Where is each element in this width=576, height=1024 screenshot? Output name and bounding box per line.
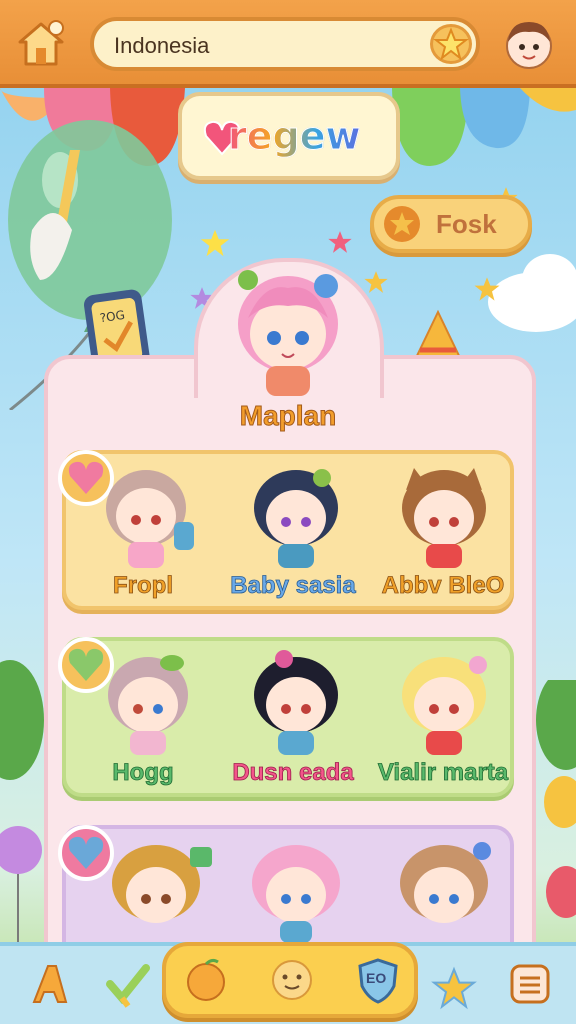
star-icon bbox=[433, 27, 469, 61]
orange-icon[interactable] bbox=[182, 956, 230, 1004]
character-avatar[interactable] bbox=[384, 649, 504, 759]
featured-character[interactable] bbox=[218, 262, 358, 402]
character-name: Vialir marta bbox=[377, 759, 509, 787]
character-avatar[interactable] bbox=[236, 462, 356, 572]
character-name: Abbv BleO bbox=[381, 572, 505, 600]
featured-character-name: Maplan bbox=[239, 400, 337, 432]
home-button[interactable] bbox=[16, 20, 66, 68]
star-decoration bbox=[200, 229, 230, 257]
star-decoration bbox=[328, 231, 352, 253]
bottom-navigation: EO bbox=[0, 942, 576, 1024]
nav-center-bar: EO bbox=[162, 942, 418, 1018]
star-badge-icon bbox=[384, 206, 420, 242]
search-value: Indonesia bbox=[114, 33, 210, 58]
character-avatar[interactable] bbox=[384, 837, 504, 947]
character-name: Hogg bbox=[112, 759, 174, 787]
fosk-label: Fosk bbox=[436, 209, 497, 239]
character-avatar[interactable] bbox=[384, 462, 504, 572]
character-avatar[interactable] bbox=[96, 649, 216, 759]
bush-decoration bbox=[0, 660, 44, 950]
character-avatar[interactable] bbox=[236, 837, 356, 947]
badge-label: EO bbox=[366, 970, 387, 986]
character-name: Fropl bbox=[113, 572, 174, 600]
character-name: Baby sasia bbox=[230, 572, 356, 600]
search-field[interactable]: Indonesia bbox=[90, 17, 480, 71]
fosk-button[interactable]: Fosk bbox=[370, 195, 532, 253]
character-row: Hogg Dusn eada Vialir marta bbox=[58, 637, 514, 797]
star-decoration bbox=[474, 277, 500, 301]
letter-a-icon[interactable] bbox=[26, 960, 74, 1008]
character-avatar[interactable] bbox=[96, 462, 216, 572]
character-avatar[interactable] bbox=[96, 837, 216, 947]
search-star-button[interactable] bbox=[430, 24, 472, 64]
home-icon bbox=[18, 20, 64, 66]
menu-icon[interactable] bbox=[506, 960, 554, 1008]
avatar-icon bbox=[506, 22, 552, 69]
character-row: Fropl Baby sasia Abbv BleO bbox=[58, 450, 514, 610]
character-name: Dusn eada bbox=[232, 759, 354, 787]
game-logo: regew bbox=[178, 92, 400, 180]
shield-badge-button[interactable]: EO bbox=[354, 956, 402, 1004]
star-icon[interactable] bbox=[430, 964, 478, 1012]
checkmark-icon[interactable] bbox=[104, 960, 152, 1008]
profile-avatar[interactable] bbox=[502, 16, 556, 72]
smile-icon[interactable] bbox=[268, 956, 316, 1004]
top-bar: Indonesia bbox=[0, 0, 576, 88]
balloon-decoration bbox=[536, 680, 576, 918]
logo-text: regew bbox=[228, 114, 362, 159]
character-avatar[interactable] bbox=[236, 649, 356, 759]
star-decoration bbox=[364, 271, 388, 293]
